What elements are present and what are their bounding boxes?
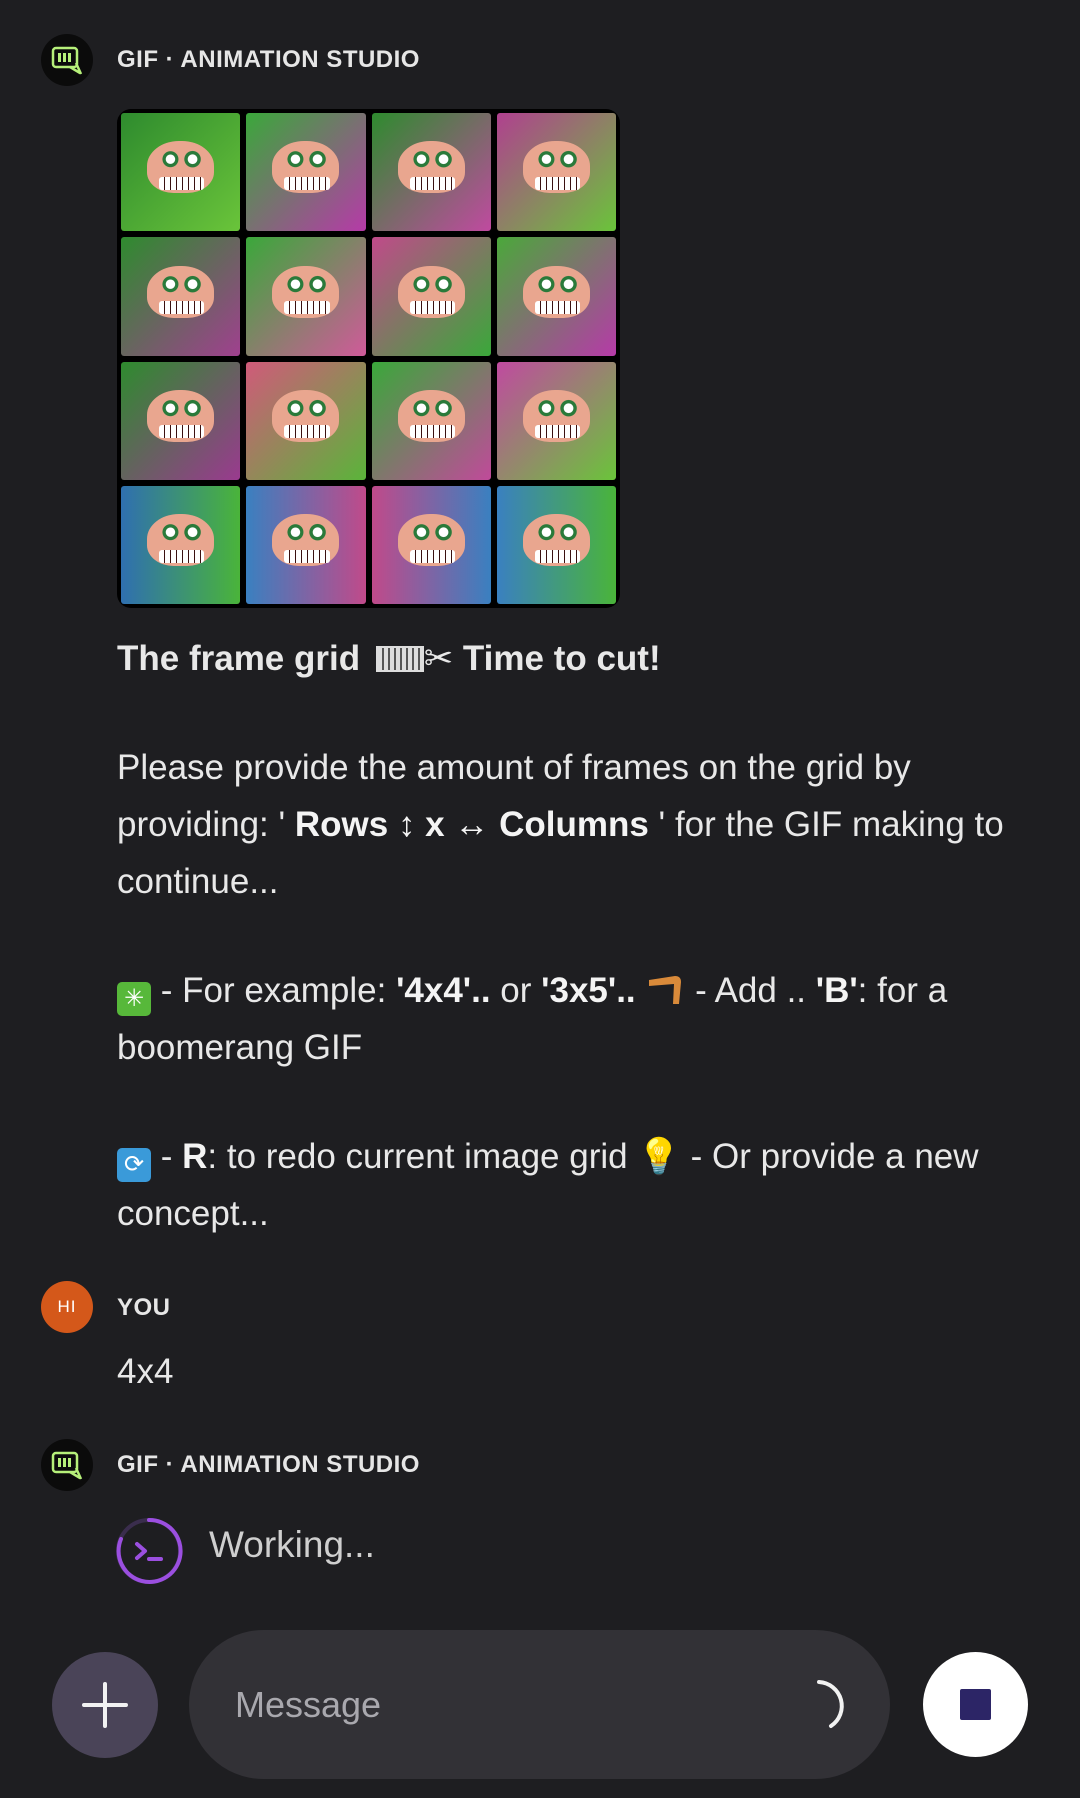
sender-name: GIF · ANIMATION STUDIO [117, 1451, 420, 1478]
film-frames-icon [375, 646, 424, 672]
working-status: Working... [209, 1524, 375, 1565]
scissors-icon: ✂ [423, 639, 454, 678]
message-input[interactable] [233, 1676, 777, 1734]
bot-message-body: The frame grid ✂ Time to cut! Please pro… [117, 630, 1042, 1242]
frame-cell [496, 361, 616, 480]
stop-icon [960, 1689, 991, 1720]
stop-generation-button[interactable] [923, 1652, 1028, 1757]
example-paragraph: ✳ - For example: '4x4'.. or '3x5'.. - Ad… [117, 962, 1042, 1076]
frame-grid-image[interactable] [117, 109, 620, 608]
user-message-text: 4x4 [117, 1352, 174, 1391]
frame-cell [246, 113, 366, 232]
bot-avatar [41, 1439, 93, 1491]
frame-cell [121, 485, 241, 604]
frame-cell [371, 485, 491, 604]
sender-name: YOU [117, 1294, 171, 1321]
loading-spinner-icon [817, 1680, 844, 1728]
add-attachment-button[interactable] [52, 1652, 158, 1758]
instructions-paragraph: Please provide the amount of frames on t… [117, 748, 1004, 901]
frame-cell [121, 237, 241, 356]
frame-cell [246, 485, 366, 604]
frame-cell [246, 237, 366, 356]
frame-cell [121, 113, 241, 232]
redo-paragraph: ⟳ - R: to redo current image grid 💡 - Or… [117, 1137, 979, 1233]
redo-icon: ⟳ [117, 1148, 151, 1182]
frame-cell [371, 361, 491, 480]
user-avatar: HI [41, 1281, 93, 1333]
gif-studio-icon [51, 46, 83, 75]
frame-cell [121, 361, 241, 480]
frame-cell [496, 237, 616, 356]
sender-name: GIF · ANIMATION STUDIO [117, 46, 420, 73]
message-title: The frame grid ✂ Time to cut! [117, 639, 661, 678]
sparkle-icon: ✳ [117, 982, 151, 1016]
plus-icon [82, 1682, 128, 1728]
lightbulb-icon: 💡 [637, 1137, 681, 1176]
frame-cell [246, 361, 366, 480]
bot-avatar [41, 34, 93, 86]
frame-cell [371, 237, 491, 356]
frame-cell [496, 113, 616, 232]
message-composer[interactable] [189, 1630, 890, 1779]
boomerang-icon [645, 968, 685, 1004]
gif-studio-icon [51, 1451, 83, 1480]
terminal-working-icon [116, 1517, 183, 1584]
frame-cell [496, 485, 616, 604]
frame-cell [371, 113, 491, 232]
